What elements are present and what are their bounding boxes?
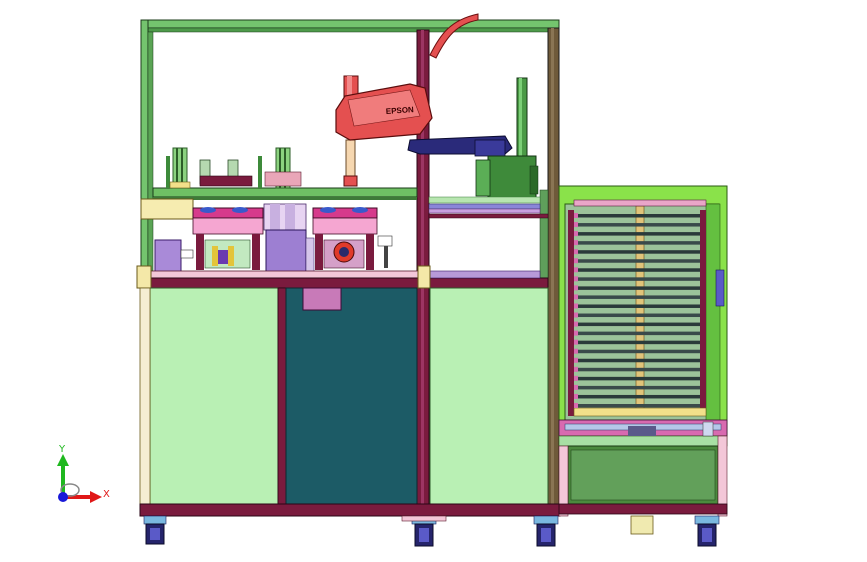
magazine-tray-slat (575, 304, 700, 308)
magazine-tray-guide (574, 285, 578, 291)
magazine-tray-guide (574, 213, 578, 218)
magazine-tray-slat (575, 349, 700, 354)
magazine-tray-guide (574, 366, 578, 372)
magazine-tray-guide (574, 312, 578, 318)
caster-wheel-1 (143, 515, 167, 545)
coordinate-triad: Y X (57, 444, 110, 503)
x-axis-label: X (103, 489, 110, 500)
fixture-station-center (263, 203, 315, 273)
feeder-rods (166, 147, 302, 189)
magazine-tray-slat (575, 259, 700, 263)
magazine-tray-guide (574, 348, 578, 354)
magazine-tray-slat (575, 313, 700, 318)
magazine-tray-guide (574, 339, 578, 345)
origin-dot (58, 492, 68, 502)
magazine-tray-slat (575, 322, 700, 327)
x-axis-arrowhead (90, 491, 102, 503)
magazine-tray-guide (574, 294, 578, 300)
caster-wheel-3 (533, 515, 559, 547)
scara-robot[interactable]: EPSON (335, 75, 539, 199)
magazine-tray-guide (574, 403, 578, 408)
magazine-tray-slat (575, 404, 700, 408)
magazine-tray-slat (575, 331, 700, 336)
y-axis-label: Y (58, 444, 66, 455)
magazine-tray-slat (575, 385, 700, 390)
magazine-tray-slat (575, 286, 700, 290)
magazine-tray-slat (575, 367, 700, 372)
caster-wheel-4 (694, 515, 720, 547)
magazine-tray-slat (575, 340, 700, 345)
magazine-tray-slat (575, 223, 700, 227)
magazine-tray-slat (575, 376, 700, 381)
magazine-tray-guide (574, 384, 578, 390)
magazine-tray-guide (574, 303, 578, 309)
magazine-tray-guide (574, 276, 578, 282)
magazine-tray-guide (574, 258, 578, 264)
magazine-tray-slat (575, 241, 700, 245)
magazine-tray-guide (574, 222, 578, 228)
magazine-tray-slat (575, 358, 700, 363)
magazine-tray-slat (575, 295, 700, 299)
magazine-tray-slat (575, 277, 700, 281)
magazine-tray-slat (575, 214, 700, 218)
magazine-tray-guide (574, 321, 578, 327)
cad-viewport[interactable]: EPSON Y X (0, 0, 867, 562)
magazine-tray-slat (575, 232, 700, 236)
magazine-tray-guide (574, 357, 578, 363)
magazine-tray-guide (574, 267, 578, 273)
magazine-tray-guide (574, 240, 578, 246)
y-axis-arrowhead (57, 454, 69, 466)
magazine-tray-guide (574, 330, 578, 336)
magazine-tray-slat (575, 250, 700, 254)
side-bracket (140, 198, 194, 220)
lower-cabinet (139, 287, 561, 517)
magazine-tray-guide (574, 393, 578, 399)
magazine-tray-slat (575, 268, 700, 272)
magazine-tray-guide (574, 375, 578, 381)
magazine-tray-slat (575, 394, 700, 399)
fixture-station-right (312, 207, 393, 270)
magazine-tray-guide (574, 249, 578, 255)
magazine-tray-guide (574, 231, 578, 237)
